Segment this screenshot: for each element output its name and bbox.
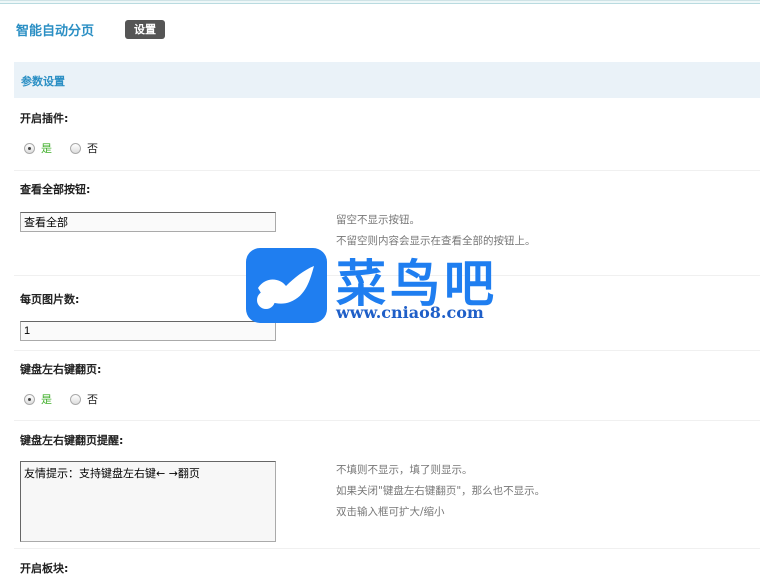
keyboard-tip-help: 不填则不显示，填了则显示。 如果关闭"键盘左右键翻页"，那么也不显示。 双击输入… <box>336 460 545 523</box>
top-border <box>0 0 760 4</box>
divider <box>14 170 760 171</box>
view-all-label: 查看全部按钮: <box>20 183 91 196</box>
no-label: 否 <box>87 142 98 155</box>
enable-plugin-yes-radio[interactable] <box>24 142 35 154</box>
yes-label: 是 <box>41 393 52 406</box>
keyboard-paging-radio-group: 是 否 <box>24 391 98 407</box>
divider <box>14 350 760 351</box>
images-per-page-input[interactable] <box>20 321 276 341</box>
help-line: 不填则不显示，填了则显示。 <box>336 464 473 476</box>
images-per-page-label: 每页图片数: <box>20 293 80 306</box>
enable-plugin-radio-group: 是 否 <box>24 140 98 156</box>
help-line: 双击输入框可扩大/缩小 <box>336 506 445 518</box>
enable-plugin-no-radio[interactable] <box>70 142 81 154</box>
divider <box>14 548 760 549</box>
settings-tab-button[interactable]: 设置 <box>125 20 165 39</box>
page-title: 智能自动分页 <box>16 24 95 39</box>
divider <box>14 420 760 421</box>
yes-label: 是 <box>41 142 52 155</box>
keyboard-paging-label: 键盘左右键翻页: <box>20 363 102 376</box>
watermark-bird-icon <box>246 248 327 323</box>
keyboard-paging-yes-radio[interactable] <box>24 393 35 405</box>
keyboard-paging-no-radio[interactable] <box>70 393 81 405</box>
section-title: 参数设置 <box>21 75 65 88</box>
enable-block-label: 开启板块: <box>20 562 69 575</box>
view-all-input[interactable] <box>20 212 276 232</box>
section-header: 参数设置 <box>14 62 760 98</box>
keyboard-tip-label: 键盘左右键翻页提醒: <box>20 434 124 447</box>
help-line: 留空不显示按钮。 <box>336 214 420 226</box>
no-label: 否 <box>87 393 98 406</box>
help-line: 如果关闭"键盘左右键翻页"，那么也不显示。 <box>336 485 546 497</box>
watermark-url: www.cniao8.com <box>336 303 484 322</box>
keyboard-tip-textarea[interactable]: 友情提示：支持键盘左右键← →翻页 <box>20 461 276 542</box>
enable-plugin-label: 开启插件: <box>20 112 69 125</box>
